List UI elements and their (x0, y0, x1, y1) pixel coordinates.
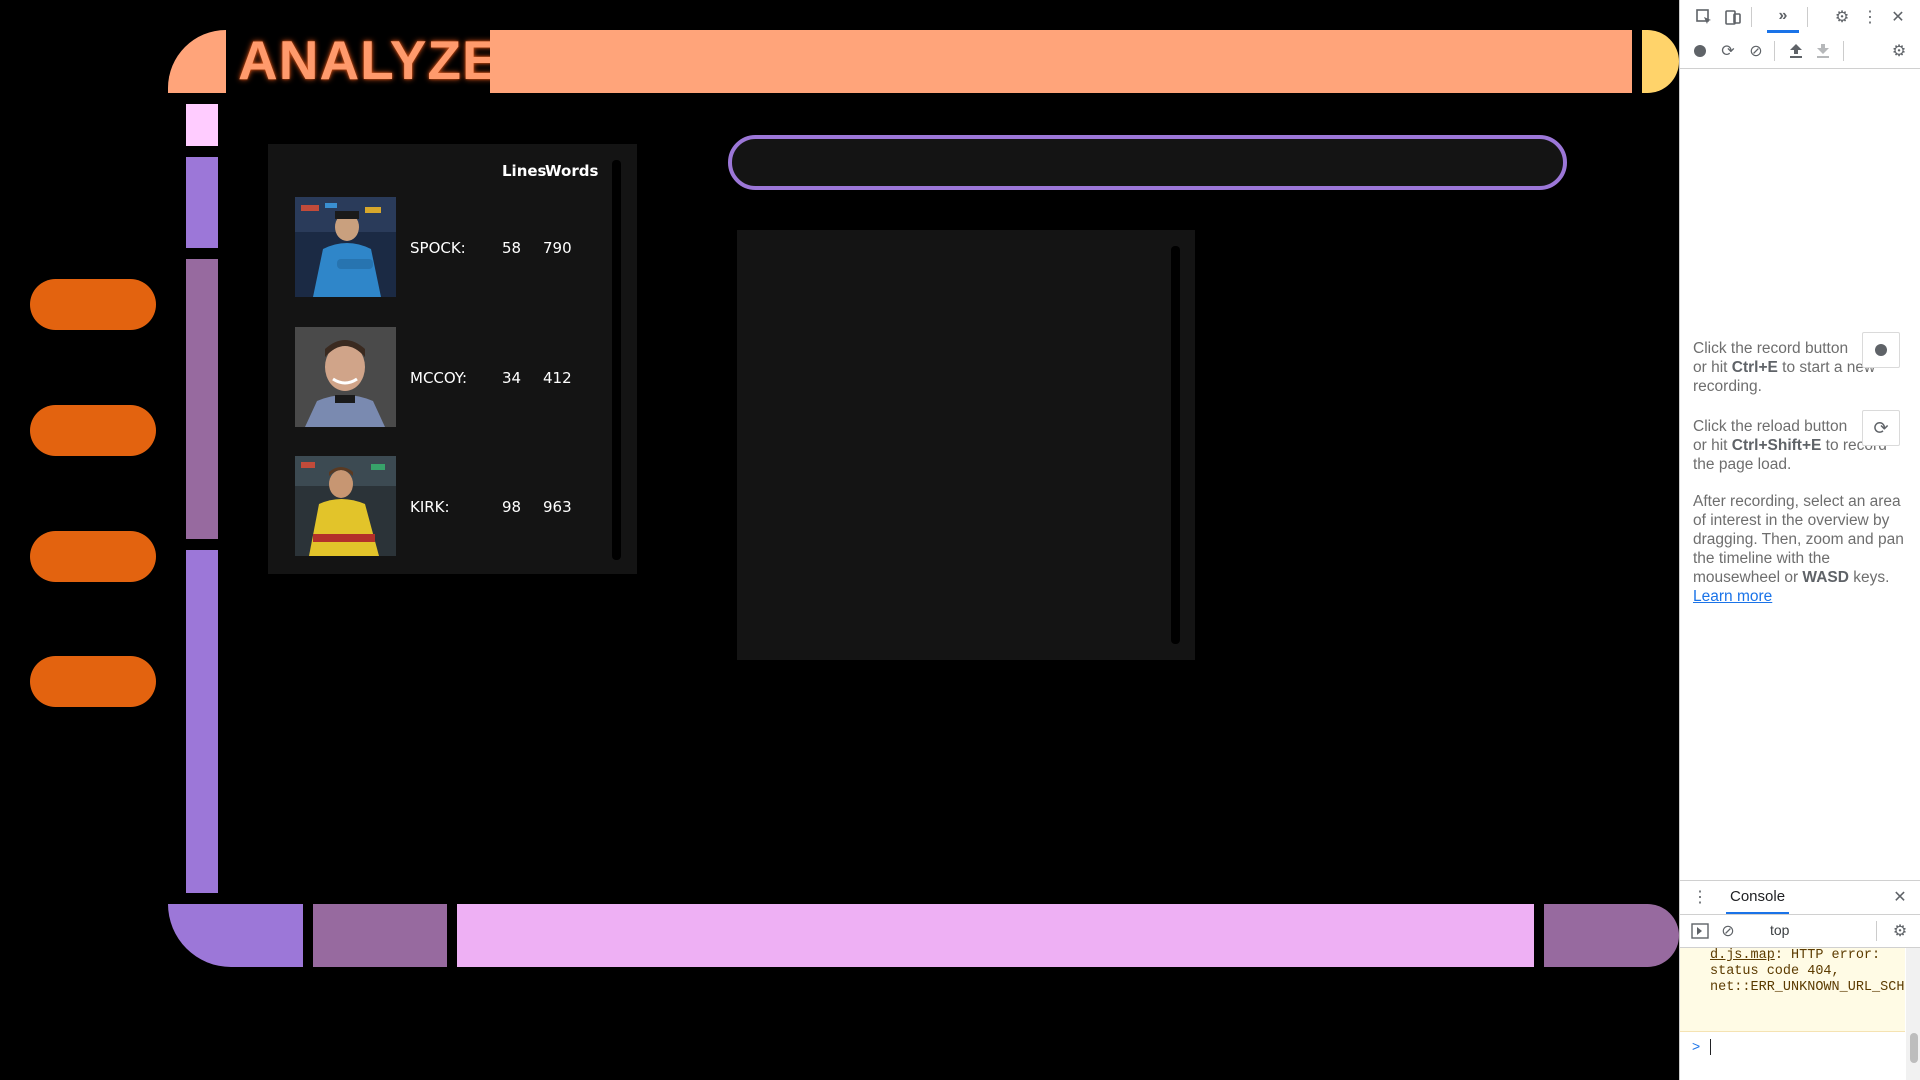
nav-button-1[interactable] (30, 279, 156, 330)
character-row[interactable]: MCCOY: 34 412 (295, 327, 595, 427)
top-end-cap (1642, 30, 1679, 93)
top-bar (490, 30, 1632, 93)
bottom-segment (313, 904, 447, 967)
record-icon[interactable] (1688, 39, 1712, 63)
more-tabs-icon[interactable]: » (1771, 4, 1795, 28)
reload-hint-line: Click the reload button (1693, 418, 1848, 435)
record-shortcut: Ctrl+E (1731, 359, 1778, 376)
reload-hint-text: or hit (1693, 437, 1732, 454)
record-hint-line: Click the record button (1693, 340, 1849, 357)
toolbar-separator (1774, 41, 1775, 61)
console-error-message: d.js.map: HTTP error: status code 404, n… (1680, 948, 1905, 1032)
console-settings-icon[interactable]: ⚙ (1888, 919, 1912, 943)
text-output-panel (737, 230, 1195, 660)
kirk-portrait (295, 456, 396, 556)
character-words: 963 (543, 498, 572, 516)
bottom-elbow (168, 904, 303, 967)
search-input[interactable] (728, 135, 1567, 190)
console-drawer-header: ⋮ Console ✕ (1680, 880, 1920, 915)
nav-button-3[interactable] (30, 531, 156, 582)
side-block-3 (186, 259, 218, 539)
console-toolbar: ⊘ top ⚙ (1680, 914, 1920, 948)
character-lines: 34 (502, 369, 522, 387)
active-tab-indicator (1767, 30, 1799, 33)
console-sidebar-icon[interactable] (1688, 919, 1712, 943)
bottom-bar (457, 904, 1534, 967)
reload-shortcut: Ctrl+Shift+E (1731, 437, 1822, 454)
record-button[interactable] (1862, 332, 1900, 368)
more-options-icon[interactable]: ⋮ (1858, 5, 1882, 29)
character-name: SPOCK: (410, 239, 466, 257)
toolbar-separator (1751, 7, 1752, 27)
devtools-panel: » ⚙ ⋮ ✕ ⟳ ⊘ ⚙ Click the record button or… (1679, 0, 1920, 1080)
close-devtools-icon[interactable]: ✕ (1886, 5, 1910, 29)
learn-more-link[interactable]: Learn more (1693, 588, 1772, 605)
capture-settings-icon[interactable]: ⚙ (1887, 39, 1911, 63)
character-name: KIRK: (410, 498, 450, 516)
close-drawer-icon[interactable]: ✕ (1888, 885, 1912, 909)
character-words: 790 (543, 239, 572, 257)
after-hint-text: keys. (1848, 569, 1890, 586)
character-name: MCCOY: (410, 369, 468, 387)
lines-header: Lines (502, 162, 547, 180)
words-header: Words (545, 162, 599, 180)
mccoy-portrait (295, 327, 396, 427)
reload-icon: ⟳ (1873, 417, 1889, 438)
character-words: 412 (543, 369, 572, 387)
side-block-4 (186, 550, 218, 893)
text-scrollbar[interactable] (1171, 246, 1180, 644)
device-toolbar-icon[interactable] (1721, 5, 1745, 29)
record-icon (1875, 344, 1887, 356)
reload-record-icon[interactable]: ⟳ (1716, 39, 1740, 63)
character-lines: 58 (502, 239, 522, 257)
inspect-element-icon[interactable] (1692, 5, 1716, 29)
side-block-1 (186, 104, 218, 146)
tab-console[interactable]: Console (1726, 881, 1790, 914)
clear-icon[interactable]: ⊘ (1744, 39, 1768, 63)
record-hint-text: or hit (1693, 359, 1732, 376)
console-input[interactable] (1710, 1039, 1711, 1055)
character-panel: Lines Words SPOCK: 58 790 MCCOY: 34 412 … (268, 144, 637, 574)
character-lines: 98 (502, 498, 522, 516)
clear-console-icon[interactable]: ⊘ (1716, 919, 1740, 943)
bottom-end-cap (1544, 904, 1679, 967)
drawer-menu-icon[interactable]: ⋮ (1688, 885, 1712, 909)
download-profile-icon[interactable] (1811, 39, 1835, 63)
wasd-shortcut: WASD (1802, 569, 1849, 586)
console-scroll-thumb[interactable] (1910, 1033, 1918, 1063)
spock-portrait (295, 197, 396, 297)
source-map-link[interactable]: d.js.map (1710, 948, 1775, 963)
side-block-2 (186, 157, 218, 248)
devtools-main-toolbar: » ⚙ ⋮ ✕ (1680, 0, 1920, 34)
nav-button-4[interactable] (30, 656, 156, 707)
top-elbow (168, 30, 226, 93)
settings-gear-icon[interactable]: ⚙ (1830, 5, 1854, 29)
console-scrollbar[interactable] (1906, 948, 1920, 1080)
character-row[interactable]: SPOCK: 58 790 (295, 197, 595, 297)
toolbar-separator (1843, 41, 1844, 61)
reload-button[interactable]: ⟳ (1862, 410, 1900, 446)
nav-button-2[interactable] (30, 405, 156, 456)
toolbar-separator (1807, 7, 1808, 27)
context-selector[interactable]: top (1770, 922, 1789, 938)
character-row[interactable]: KIRK: 98 963 (295, 456, 595, 556)
console-prompt-icon: > (1692, 1038, 1701, 1054)
lcars-app: ANALYZER Lines Words SPOCK: 58 790 MCCOY… (0, 0, 1679, 1080)
performance-toolbar: ⟳ ⊘ ⚙ (1680, 34, 1920, 69)
after-recording-hint: After recording, select an area of inter… (1693, 492, 1911, 606)
upload-profile-icon[interactable] (1784, 39, 1808, 63)
toolbar-separator (1876, 921, 1877, 941)
character-scrollbar[interactable] (612, 160, 621, 560)
